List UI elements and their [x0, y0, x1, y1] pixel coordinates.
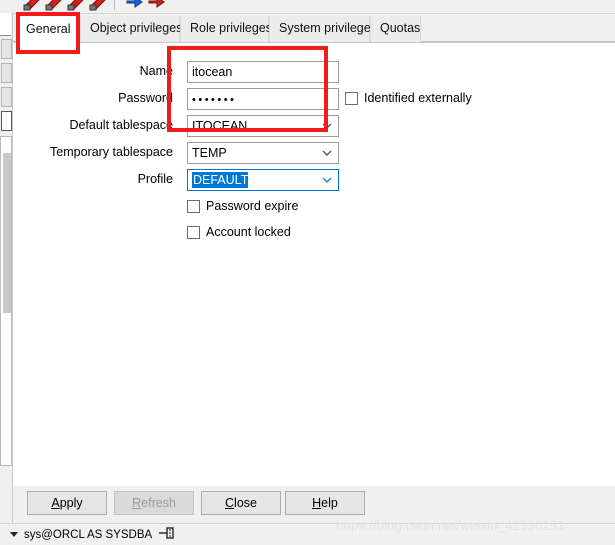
- tab-bar: General Object privileges Role privilege…: [13, 14, 615, 43]
- close-button-label: lose: [234, 496, 257, 510]
- help-button[interactable]: Help: [285, 491, 365, 515]
- checkbox-account-locked[interactable]: [187, 225, 200, 239]
- left-strip-header: [0, 13, 11, 36]
- select-default-tablespace-value: ITOCEAN: [192, 119, 248, 133]
- left-strip-button-4[interactable]: [1, 111, 12, 131]
- close-button-accel: C: [225, 496, 235, 510]
- stop-red-icon[interactable]: [88, 0, 108, 12]
- label-temporary-tablespace: Temporary tablespace: [50, 145, 173, 159]
- help-button-accel: H: [312, 496, 322, 510]
- refresh-button-accel: R: [132, 496, 142, 510]
- chevron-down-icon: [321, 143, 333, 163]
- label-account-locked: Account locked: [206, 225, 291, 239]
- left-strip-button-2[interactable]: [1, 63, 12, 83]
- help-button-label: elp: [321, 496, 338, 510]
- tab-object-privileges[interactable]: Object privileges: [80, 16, 183, 42]
- select-temporary-tablespace-value: TEMP: [192, 146, 227, 160]
- select-profile-value: DEFAULT: [192, 172, 249, 188]
- refresh-button[interactable]: Refresh: [114, 491, 194, 515]
- apply-button-accel: A: [51, 496, 60, 510]
- left-strip-button-1[interactable]: [1, 39, 12, 59]
- input-password[interactable]: •••••••: [187, 88, 339, 110]
- checkbox-password-expire[interactable]: [187, 199, 200, 213]
- tab-role-privileges-label: Role privileges: [190, 21, 272, 35]
- toolbar-separator: [114, 0, 118, 10]
- tab-system-privileges[interactable]: System privileges: [269, 16, 377, 42]
- checkbox-row-password-expire[interactable]: Password expire: [187, 196, 298, 216]
- tab-system-privileges-label: System privileges: [279, 21, 377, 35]
- checkbox-identified-externally[interactable]: [345, 91, 358, 105]
- field-row-profile: Profile DEFAULT: [13, 169, 353, 191]
- watermark: https://blog.csdn.net/weixin_42330251: [336, 518, 565, 533]
- label-default-tablespace: Default tablespace: [69, 118, 173, 132]
- chevron-down-icon: [321, 170, 333, 190]
- tab-quotas[interactable]: Quotas: [370, 16, 421, 42]
- input-name-value: itocean: [192, 65, 233, 79]
- left-strip-button-3[interactable]: [1, 87, 12, 107]
- label-name: Name: [139, 64, 173, 78]
- label-password: Password: [118, 91, 173, 105]
- checkbox-row-account-locked[interactable]: Account locked: [187, 222, 291, 242]
- chevron-down-icon[interactable]: [10, 532, 18, 537]
- label-profile: Profile: [137, 172, 173, 186]
- general-tab-panel: Name itocean Password ••••••• Identified…: [13, 42, 615, 486]
- field-row-temporary-tablespace: Temporary tablespace TEMP: [13, 142, 353, 164]
- close-button[interactable]: Close: [201, 491, 281, 515]
- commit-red-icon[interactable]: [22, 0, 42, 12]
- dialog-button-bar: Apply Refresh Close Help: [13, 487, 615, 522]
- refresh-button-label: efresh: [141, 496, 176, 510]
- label-identified-externally: Identified externally: [364, 91, 472, 105]
- select-profile[interactable]: DEFAULT: [187, 169, 339, 191]
- tab-role-privileges[interactable]: Role privileges: [180, 16, 272, 42]
- tab-general[interactable]: General: [16, 16, 80, 43]
- status-connection-label: sys@ORCL AS SYSDBA: [24, 528, 153, 541]
- input-name[interactable]: itocean: [187, 61, 339, 83]
- rollback-red-icon[interactable]: [44, 0, 64, 12]
- next-red-arrow-icon[interactable]: [146, 0, 166, 12]
- tab-object-privileges-label: Object privileges: [90, 21, 183, 35]
- select-default-tablespace[interactable]: ITOCEAN: [187, 115, 339, 137]
- input-password-value: •••••••: [192, 94, 237, 106]
- left-strip-scrollbar[interactable]: [3, 153, 11, 313]
- field-row-default-tablespace: Default tablespace ITOCEAN: [13, 115, 353, 137]
- tab-quotas-label: Quotas: [380, 21, 421, 35]
- select-temporary-tablespace[interactable]: TEMP: [187, 142, 339, 164]
- delete-red-icon[interactable]: [66, 0, 86, 12]
- tab-general-label: General: [26, 22, 71, 36]
- left-navigator-strip: [0, 13, 13, 545]
- chevron-down-icon: [321, 116, 333, 136]
- label-password-expire: Password expire: [206, 199, 299, 213]
- apply-button-label: pply: [59, 496, 83, 510]
- previous-blue-arrow-icon[interactable]: [124, 0, 144, 12]
- field-row-name: Name itocean: [13, 61, 353, 83]
- apply-button[interactable]: Apply: [27, 491, 107, 515]
- connection-pin-icon: [158, 527, 174, 542]
- checkbox-row-identified-externally[interactable]: Identified externally: [345, 88, 472, 108]
- toolbar: [0, 0, 615, 14]
- field-row-password: Password •••••••: [13, 88, 353, 110]
